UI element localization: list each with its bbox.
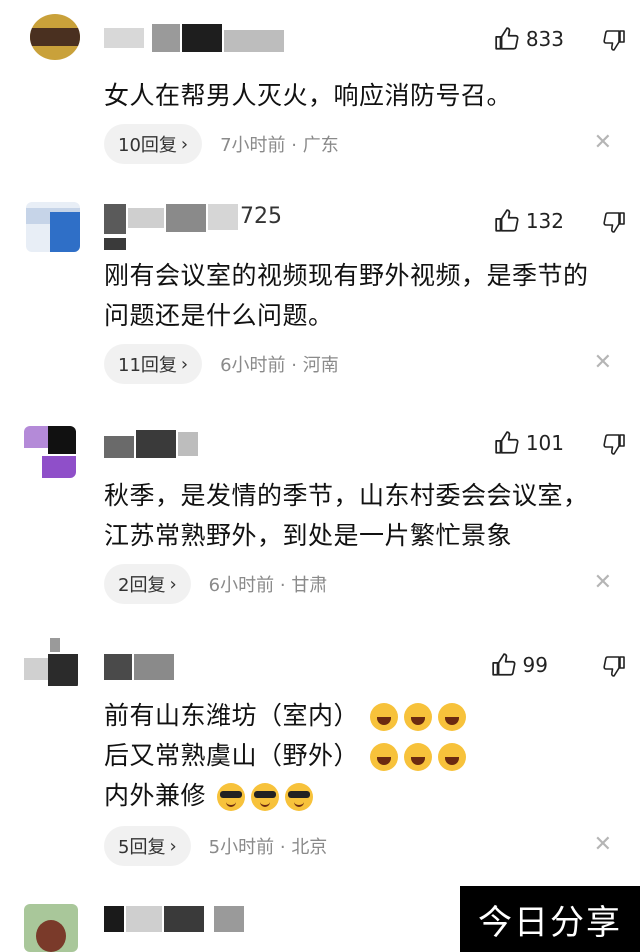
username[interactable] <box>104 430 274 460</box>
location: 河南 <box>302 355 339 376</box>
comment-line: 前有山东潍坊（室内） <box>104 696 616 736</box>
laughing-emoji-icon <box>404 743 433 771</box>
separator: · <box>279 575 286 596</box>
username-fragment: 725 <box>240 204 282 229</box>
comment-text: 秋季，是发情的季节，山东村委会会议室， 江苏常熟野外，到处是一片繁忙景象 <box>104 476 616 556</box>
thumbs-up-icon <box>491 653 516 676</box>
comment-meta: 10回复 › 7小时前 · 广东 <box>104 124 339 164</box>
close-icon[interactable]: ✕ <box>594 350 612 375</box>
reply-button[interactable]: 10回复 › <box>104 124 203 164</box>
comment-line: 女人在帮男人灭火，响应消防号召。 <box>104 81 513 110</box>
like-button[interactable]: 101 <box>494 430 564 456</box>
reply-button[interactable]: 11回复 › <box>104 344 203 384</box>
like-button[interactable]: 132 <box>494 208 564 234</box>
username[interactable]: 725 <box>104 204 304 250</box>
avatar[interactable] <box>26 202 80 252</box>
like-count: 833 <box>525 27 564 51</box>
comment-meta: 5回复 › 5小时前 · 北京 <box>104 826 327 866</box>
reply-count: 11回复 <box>118 355 177 376</box>
sunglasses-emoji-icon <box>251 783 280 811</box>
username[interactable] <box>104 906 274 936</box>
comment-line: 内外兼修 <box>104 776 616 816</box>
location: 北京 <box>291 837 328 858</box>
laughing-emoji-icon <box>438 743 467 771</box>
thumbs-down-icon[interactable] <box>602 28 626 52</box>
thumbs-up-icon <box>495 431 519 454</box>
avatar[interactable] <box>24 638 78 690</box>
laughing-emoji-icon <box>438 703 467 731</box>
chevron-right-icon: › <box>169 835 177 857</box>
reply-button[interactable]: 5回复 › <box>104 826 191 866</box>
laughing-emoji-icon <box>370 743 399 771</box>
avatar[interactable] <box>30 14 80 60</box>
comment-item: 725 132 刚有会议室的视频现有野外视频，是季节的 问题还是什么问题。 11… <box>0 190 640 400</box>
comment-line: 刚有会议室的视频现有野外视频，是季节的 <box>104 261 589 290</box>
location: 甘肃 <box>291 575 328 596</box>
comment-text: 刚有会议室的视频现有野外视频，是季节的 问题还是什么问题。 <box>104 256 616 336</box>
sunglasses-emoji-icon <box>217 783 246 811</box>
comment-meta: 11回复 › 6小时前 · 河南 <box>104 344 339 384</box>
thumbs-down-icon[interactable] <box>602 432 626 456</box>
close-icon[interactable]: ✕ <box>594 832 612 857</box>
chevron-right-icon: › <box>180 133 189 155</box>
chevron-right-icon: › <box>180 353 189 375</box>
watermark-badge: 今日分享 <box>460 886 640 952</box>
username[interactable] <box>104 24 284 54</box>
reply-count: 10回复 <box>118 135 177 156</box>
comment-meta: 2回复 › 6小时前 · 甘肃 <box>104 564 327 604</box>
comment-text: 前有山东潍坊（室内） 后又常熟虞山（野外） 内外兼修 <box>104 696 616 816</box>
comment-item: 99 前有山东潍坊（室内） 后又常熟虞山（野外） 内外兼修 5回复 › 5小时前… <box>0 632 640 882</box>
laughing-emoji-icon <box>404 703 433 731</box>
timestamp: 6小时前 <box>208 575 275 596</box>
comment-item: 833 女人在帮男人灭火，响应消防号召。 10回复 › 7小时前 · 广东 ✕ <box>0 0 640 170</box>
like-button[interactable]: 833 <box>494 26 564 52</box>
thumbs-down-icon[interactable] <box>602 654 626 678</box>
comment-line: 问题还是什么问题。 <box>104 301 334 330</box>
thumbs-up-icon <box>495 27 519 50</box>
reply-count: 5回复 <box>118 837 166 858</box>
comment-item: 101 秋季，是发情的季节，山东村委会会议室， 江苏常熟野外，到处是一片繁忙景象… <box>0 412 640 622</box>
like-count: 99 <box>522 653 548 677</box>
separator: · <box>279 837 286 858</box>
avatar[interactable] <box>24 426 76 478</box>
like-count: 101 <box>525 431 564 455</box>
timestamp: 6小时前 <box>220 355 286 376</box>
comment-line: 后又常熟虞山（野外） <box>104 736 616 776</box>
separator: · <box>291 135 298 156</box>
close-icon[interactable]: ✕ <box>594 570 612 595</box>
chevron-right-icon: › <box>169 573 177 595</box>
reply-count: 2回复 <box>118 575 166 596</box>
thumbs-up-icon <box>495 209 519 232</box>
comment-line: 秋季，是发情的季节，山东村委会会议室， <box>104 481 589 510</box>
laughing-emoji-icon <box>370 703 399 731</box>
timestamp: 5小时前 <box>208 837 275 858</box>
timestamp: 7小时前 <box>220 135 286 156</box>
reply-button[interactable]: 2回复 › <box>104 564 191 604</box>
like-button[interactable]: 99 <box>491 652 548 678</box>
comment-line: 江苏常熟野外，到处是一片繁忙景象 <box>104 521 513 550</box>
separator: · <box>291 355 298 376</box>
like-count: 132 <box>525 209 564 233</box>
sunglasses-emoji-icon <box>285 783 314 811</box>
location: 广东 <box>302 135 339 156</box>
avatar[interactable] <box>24 904 78 952</box>
thumbs-down-icon[interactable] <box>602 210 626 234</box>
close-icon[interactable]: ✕ <box>594 130 612 155</box>
comment-text: 女人在帮男人灭火，响应消防号召。 <box>104 76 616 116</box>
username[interactable] <box>104 654 274 684</box>
